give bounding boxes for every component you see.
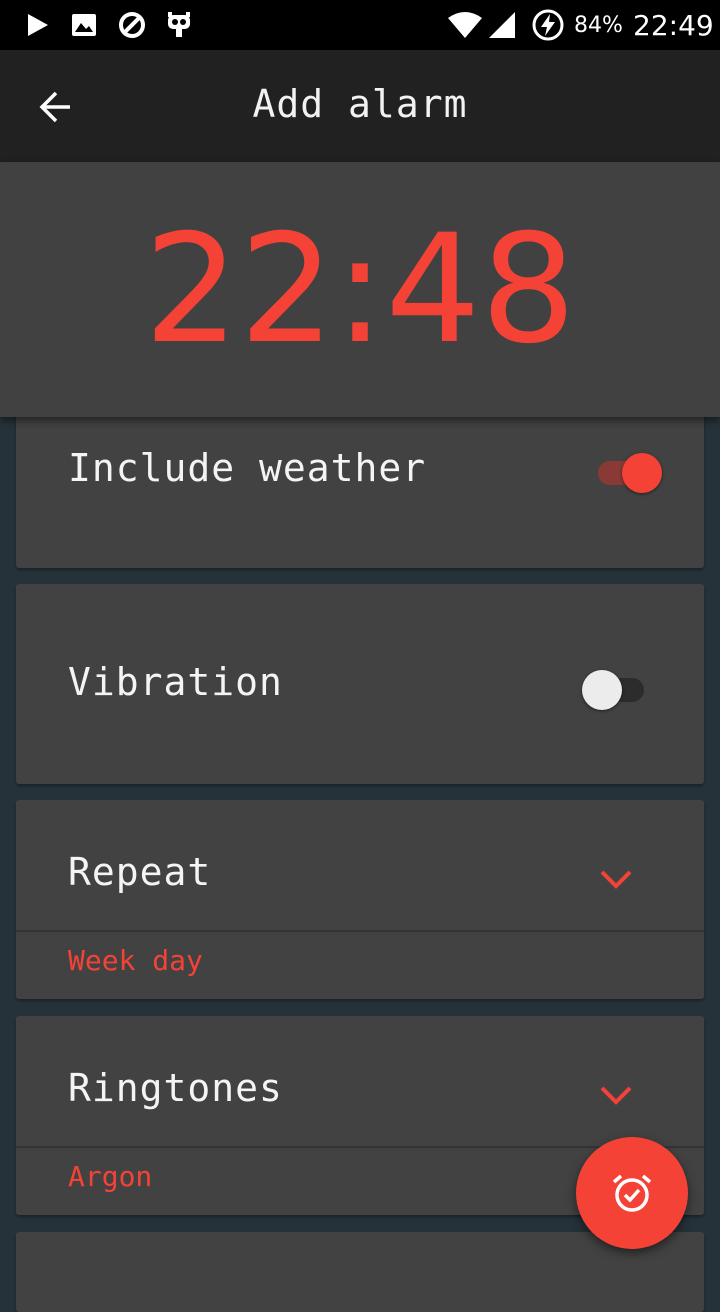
battery-charging-icon bbox=[532, 9, 564, 41]
clock: 22:49 bbox=[633, 9, 714, 42]
image-icon bbox=[72, 14, 96, 36]
wifi-icon bbox=[448, 12, 482, 38]
play-icon bbox=[28, 14, 48, 36]
ringtones-label: Ringtones bbox=[68, 1066, 283, 1110]
app-bar: Add alarm bbox=[0, 50, 720, 162]
vibration-card[interactable]: Vibration bbox=[16, 584, 704, 784]
weather-label: Include weather bbox=[68, 446, 427, 490]
repeat-label: Repeat bbox=[68, 850, 212, 894]
repeat-divider bbox=[16, 930, 704, 932]
ringtone-value: Argon bbox=[68, 1160, 153, 1193]
weather-toggle-thumb bbox=[622, 453, 662, 493]
vibration-label: Vibration bbox=[68, 660, 283, 704]
vibration-toggle-thumb bbox=[582, 670, 622, 710]
alarm-time-display[interactable]: 22:48 bbox=[0, 215, 720, 365]
chevron-down-icon[interactable] bbox=[596, 1080, 636, 1110]
next-card[interactable] bbox=[16, 1232, 704, 1312]
chevron-down-icon[interactable] bbox=[596, 864, 636, 894]
signal-icon bbox=[489, 12, 515, 38]
alarm-check-icon bbox=[612, 1174, 652, 1212]
page-title: Add alarm bbox=[252, 82, 468, 126]
status-bar: 84% 22:49 bbox=[0, 0, 720, 50]
battery-percent: 84% bbox=[574, 13, 623, 38]
weather-toggle[interactable] bbox=[592, 448, 662, 493]
repeat-card[interactable]: Repeat Week day bbox=[16, 800, 704, 999]
repeat-value: Week day bbox=[68, 944, 203, 977]
cyanogen-icon bbox=[168, 12, 190, 37]
time-panel[interactable]: 22:48 bbox=[0, 162, 720, 417]
vibration-toggle[interactable] bbox=[582, 665, 652, 710]
blocked-icon bbox=[119, 12, 145, 38]
save-alarm-button[interactable] bbox=[576, 1137, 688, 1249]
